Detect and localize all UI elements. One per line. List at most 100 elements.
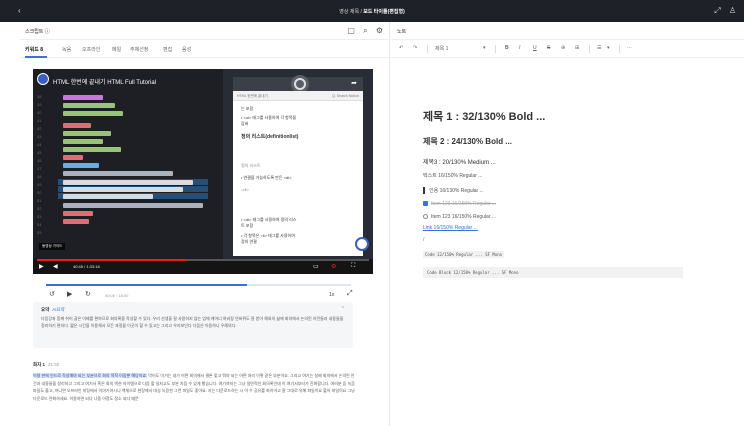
preview-line: <dl>: [241, 187, 249, 192]
toolbar-divider: [427, 45, 428, 53]
transcript-block: 화자 1 21:50 이럴 판에 인드로 작성해야 되는 부분으로 회의 목적 이…: [33, 362, 355, 402]
checkbox-checked[interactable]: [423, 201, 428, 206]
table-icon[interactable]: ⊞: [575, 45, 579, 51]
tab-mail[interactable]: 메일: [112, 46, 121, 53]
rewind-icon[interactable]: ↺: [49, 290, 55, 298]
speaker-time: 21:50: [48, 362, 60, 367]
code-line: [63, 211, 93, 216]
user-icon[interactable]: ♙: [729, 6, 736, 15]
heading-select[interactable]: 제목 1: [435, 45, 448, 52]
audio-progress-fill: [46, 284, 248, 286]
align-icon[interactable]: ☰: [597, 45, 601, 51]
body-text[interactable]: 텍스트 16/150% Regular ...: [423, 172, 723, 179]
back-icon[interactable]: ‹: [18, 6, 21, 15]
bold-button[interactable]: B: [505, 45, 509, 51]
preview-line: 는 포함: [241, 106, 254, 111]
share-icon: ➦: [351, 80, 357, 87]
undo-icon[interactable]: ↶: [399, 45, 403, 51]
search-icon[interactable]: ⌕: [363, 26, 367, 35]
code-line: [63, 103, 115, 108]
video-title: HTML 한번에 끝내기 HTML Full Tutorial: [53, 80, 157, 86]
volume-icon[interactable]: ◀: [53, 263, 58, 270]
transcript-highlight[interactable]: 이럴 판에 인드로 작성해야 되는 부분으로 회의 목적 이장뿐 해당이죠.: [33, 373, 148, 378]
video-badge: 동영상 가이드: [39, 243, 66, 250]
fullscreen-icon[interactable]: ⛶: [351, 263, 355, 270]
play-icon[interactable]: ▶: [67, 290, 72, 298]
breadcrumb: 영상 제목 / 보드 타이틀(편집형): [300, 8, 444, 15]
channel-logo-icon: [37, 73, 49, 85]
code-block[interactable]: Code Block 12/150% Regular ... SF Mono: [423, 267, 683, 278]
line-number: 52: [37, 206, 42, 211]
chevron-down-icon[interactable]: ▾: [483, 45, 486, 51]
bookmark-icon[interactable]: ▢: [347, 26, 355, 35]
breadcrumb-parent[interactable]: 영상 제목: [339, 9, 359, 15]
italic-button[interactable]: I: [519, 45, 520, 51]
video-progress-bar[interactable]: [37, 259, 369, 261]
speaker-label: 화자 1 21:50: [33, 362, 60, 367]
line-number: 38: [37, 94, 42, 99]
line-number: 49: [37, 182, 42, 187]
video-player[interactable]: 38 39 40 41 42 43 44 45 46 47 48 49 50 51 52 53 54 55 HTM…: [33, 69, 373, 274]
code-line: [63, 95, 103, 100]
summary-heading: 요약 AI요약: [41, 307, 65, 312]
code-line: [63, 187, 183, 192]
tab-offline[interactable]: 오프라인: [82, 46, 100, 53]
line-number: 54: [37, 222, 42, 227]
quote-block[interactable]: 인용 16/130% Regular ...: [423, 187, 723, 194]
script-title: 스크립트 ⓘ: [25, 29, 50, 35]
settings-icon[interactable]: ⚙: [331, 263, 336, 270]
preview-search: Q. Search: [332, 94, 348, 98]
redo-icon[interactable]: ↷: [413, 45, 417, 51]
preview-line: • <ul> 태그를 사용하여 각 항목을: [241, 115, 297, 120]
play-icon[interactable]: ▶: [39, 263, 44, 270]
note-title: 노트: [397, 29, 407, 35]
doc-link[interactable]: Link 16/150% Regular ...: [423, 225, 723, 231]
note-document[interactable]: 제목 1 : 32/130% Bold ... 제목 2 : 24/130% B…: [423, 108, 723, 278]
tab-edit[interactable]: 편집: [163, 46, 172, 53]
channel-watermark-icon: [355, 237, 369, 251]
summary-card: 요약 AI요약 ⌃ 다음강좌 함께 쉬어 끊은 이제를 편하므로 회의록을 작성할…: [33, 302, 353, 348]
code-line: [63, 155, 83, 160]
preview-line: 정의 연결: [241, 239, 257, 244]
todo-item-done[interactable]: Item 123 16/150% Regular ...: [423, 201, 723, 207]
audio-progress-bar[interactable]: [46, 284, 351, 286]
code-line: [63, 219, 89, 224]
browser-frame: ➦: [233, 75, 363, 93]
code-line: [63, 163, 99, 168]
preview-title: HTML 한번에 끝내기: [237, 94, 268, 98]
script-header-icons: ▢ ⌕ ⚙: [341, 26, 383, 36]
line-number: 51: [37, 198, 42, 203]
code-editor-frame: 38 39 40 41 42 43 44 45 46 47 48 49 50 51 52 53 54 55: [33, 69, 223, 259]
subtitles-icon[interactable]: ▭: [313, 263, 319, 270]
speed-button[interactable]: 1x: [329, 292, 334, 298]
chevron-down-icon[interactable]: ▾: [607, 45, 610, 51]
heading-2[interactable]: 제목 2 : 24/130% Bold ...: [423, 136, 723, 147]
underline-button[interactable]: U: [533, 45, 537, 51]
tab-voice[interactable]: 음성: [182, 46, 191, 53]
preview-line: • 연결을 가능하도록 만든 <dl>: [241, 175, 292, 180]
line-number: 55: [37, 230, 42, 235]
link-icon[interactable]: ⤢: [714, 6, 720, 15]
tab-record[interactable]: 녹음: [62, 46, 71, 53]
link-icon[interactable]: ⊕: [561, 45, 565, 51]
preview-line: 트 포함: [241, 223, 254, 228]
heading-1[interactable]: 제목 1 : 32/130% Bold ...: [423, 108, 723, 124]
tab-keyword[interactable]: 키워드 8: [25, 46, 43, 53]
active-tab-indicator: [25, 56, 47, 58]
gear-icon[interactable]: ⚙: [376, 26, 383, 35]
tab-topic[interactable]: 주제선정: [130, 46, 148, 53]
summary-body: 다음강좌 함께 쉬어 끊은 이제를 편하므로 회의록을 작성할 수 있다. 우리…: [41, 316, 344, 328]
expand-icon[interactable]: ⤢: [347, 290, 353, 298]
breadcrumb-current: 보드 타이틀(편집형): [363, 9, 405, 15]
slash-command[interactable]: /: [423, 237, 723, 243]
summary-tag: AI요약: [52, 307, 65, 312]
chevron-up-icon[interactable]: ⌃: [341, 306, 345, 312]
more-icon[interactable]: ⋯: [627, 45, 632, 51]
heading-3[interactable]: 제목3 : 20/130% Medium ...: [423, 157, 723, 166]
inline-code[interactable]: Code 12/150% Regular ... SF Mono: [423, 251, 505, 258]
strike-button[interactable]: S: [547, 45, 550, 51]
todo-item-open[interactable]: Item 123 16/150% Regular ...: [423, 214, 723, 220]
forward-icon[interactable]: ↻: [85, 290, 91, 298]
code-line: [63, 180, 193, 185]
checkbox-unchecked[interactable]: [423, 214, 428, 219]
